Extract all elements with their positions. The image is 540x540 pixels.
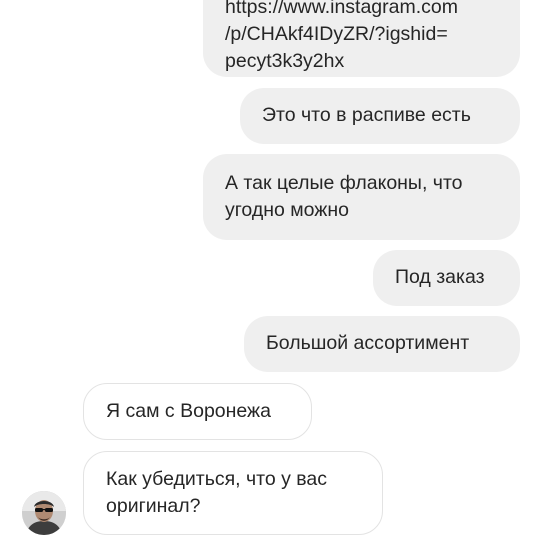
incoming-message[interactable]: Как убедиться, что у вас оригинал? — [83, 451, 383, 535]
sender-avatar[interactable] — [22, 491, 66, 535]
outgoing-message[interactable]: Большой ассортимент — [244, 316, 520, 372]
incoming-message[interactable]: Я сам с Воронежа — [83, 383, 312, 440]
outgoing-message-link[interactable]: https://www.instagram.com /p/CHAkf4IDyZR… — [203, 0, 520, 77]
outgoing-message[interactable]: А так целые флаконы, что угодно можно — [203, 154, 520, 240]
outgoing-message[interactable]: Под заказ — [373, 250, 520, 306]
user-avatar-icon — [22, 491, 66, 535]
outgoing-message[interactable]: Это что в распиве есть — [240, 88, 520, 144]
chat-thread: https://www.instagram.com /p/CHAkf4IDyZR… — [0, 0, 540, 540]
